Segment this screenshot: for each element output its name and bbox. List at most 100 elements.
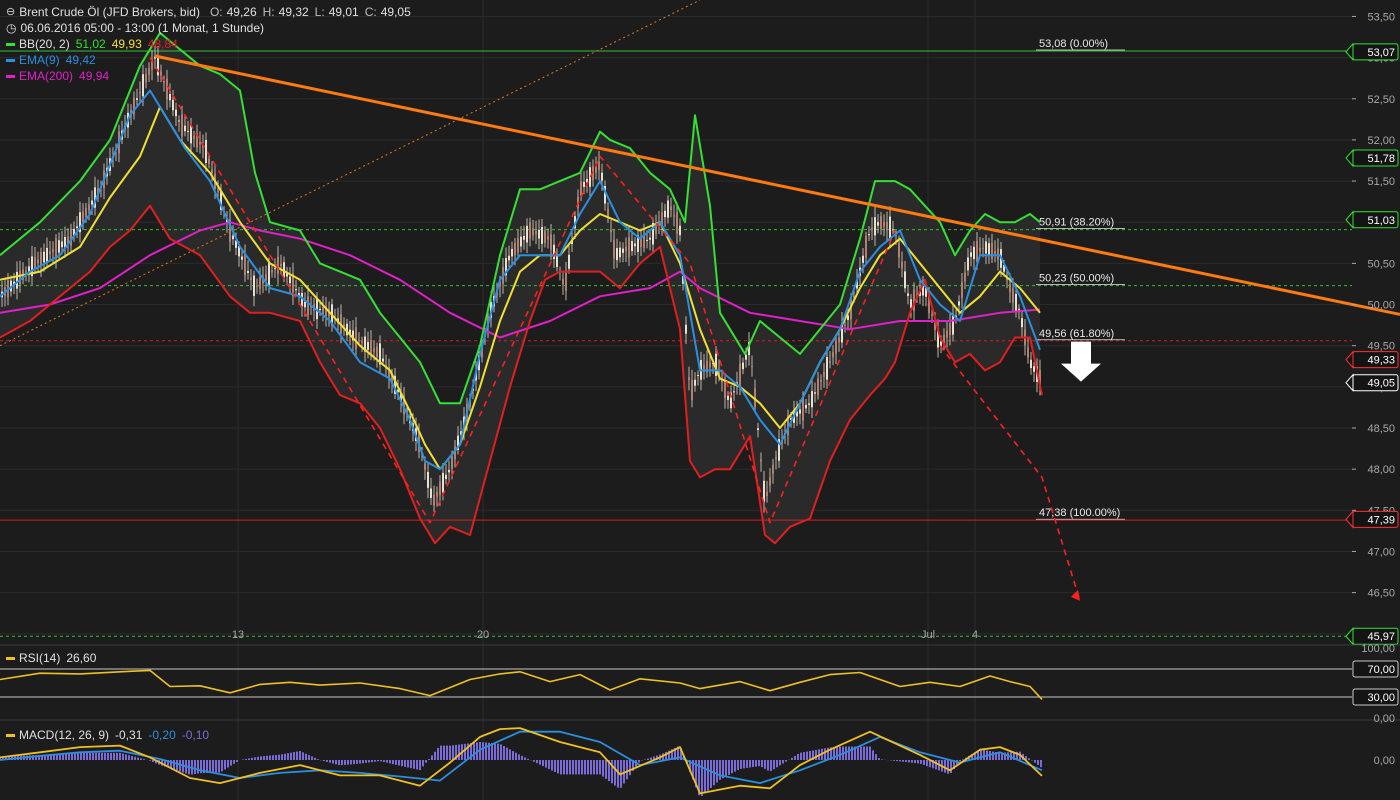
candle-body [742, 362, 744, 370]
price-axis-tick: 53,50 [1367, 11, 1395, 23]
rsi-legend: RSI(14) 26,60 [6, 651, 96, 665]
candle-body [61, 241, 63, 248]
indicator-ema200[interactable]: EMA(200) 49,94 [6, 68, 411, 84]
candle-body [970, 252, 972, 257]
candle-body [376, 346, 378, 357]
candle-body [973, 246, 975, 260]
histogram-value: -0,10 [181, 728, 210, 742]
instrument-title: Brent Crude Öl (JFD Brokers, bid) [19, 5, 200, 19]
fib-label: 53,08 (0.00%) [1039, 38, 1108, 50]
ema9-marker-icon [6, 58, 15, 62]
candle-body [979, 247, 981, 252]
candle-body [775, 457, 777, 460]
candle-body [190, 125, 192, 144]
candle-body [184, 125, 186, 132]
price-axis-tick: 49,50 [1367, 341, 1395, 353]
ema200-marker-icon [6, 74, 15, 78]
candle-body [613, 239, 615, 259]
fib-label: 50,23 (50.00%) [1039, 273, 1114, 285]
open-label: O: [209, 5, 223, 19]
candle-body [199, 141, 201, 145]
price-axis-tick: 52,00 [1367, 135, 1395, 147]
candle-body [901, 261, 903, 269]
candle-body [724, 381, 726, 398]
candle-body [832, 352, 834, 358]
candle-body [514, 242, 516, 256]
candle-body [16, 271, 18, 289]
candle-body [211, 169, 213, 173]
close-value: 49,05 [380, 5, 411, 19]
candle-body [670, 206, 672, 211]
chart-legend: ⊖ Brent Crude Öl (JFD Brokers, bid) O: 4… [6, 4, 411, 84]
price-axis-tick: 50,50 [1367, 258, 1395, 270]
candle-body [172, 99, 174, 111]
candle-body [445, 474, 447, 479]
candle-body [181, 114, 183, 137]
candle-body [580, 180, 582, 196]
rsi-value: 26,60 [66, 651, 97, 665]
candle-body [1030, 359, 1032, 368]
candle-body [520, 236, 522, 247]
candle-body [751, 366, 753, 368]
candle-body [799, 409, 801, 414]
candle-body [268, 262, 270, 286]
candle-body [877, 222, 879, 226]
candle-body [295, 289, 297, 291]
price-axis-tick: 48,50 [1367, 423, 1395, 435]
candle-body [817, 378, 819, 396]
high-value: 49,32 [278, 5, 309, 19]
candle-body [595, 166, 597, 173]
candle-body [277, 256, 279, 274]
candle-body [691, 380, 693, 401]
candle-body [427, 471, 429, 488]
macd-value: -0,31 [115, 728, 143, 742]
candle-body [625, 246, 627, 252]
candle-body [241, 256, 243, 260]
candle-body [601, 172, 603, 181]
candle-body [442, 472, 444, 493]
candle-body [55, 238, 57, 259]
price-axis-tick: 50,00 [1367, 300, 1395, 312]
candle-body [646, 239, 648, 241]
price-tag-label: 49,33 [1367, 355, 1395, 367]
candle-body [280, 263, 282, 267]
candle-body [838, 337, 840, 343]
candle-body [562, 278, 564, 285]
candle-body [361, 341, 363, 343]
ema9-value: 49,42 [65, 53, 96, 67]
instrument-row: ⊖ Brent Crude Öl (JFD Brokers, bid) O: 4… [6, 4, 411, 20]
candle-body [52, 249, 54, 253]
candle-body [679, 225, 681, 236]
candle-body [538, 229, 540, 239]
time-axis-tick: 4 [972, 629, 978, 641]
macd-legend: MACD(12, 26, 9) -0,31 -0,20 -0,10 [6, 728, 209, 742]
candle-body [373, 348, 375, 352]
candle-body [256, 285, 258, 287]
candle-body [688, 377, 690, 381]
candle-body [607, 208, 609, 217]
price-axis-tick: 47,00 [1367, 546, 1395, 558]
candle-body [820, 379, 822, 382]
candle-body [88, 204, 90, 211]
candle-body [823, 371, 825, 378]
price-chart[interactable]: 53,08 (0.00%) 50,91 (38.20%) 50,23 (50.00%… [0, 0, 1400, 800]
candle-body [910, 299, 912, 308]
rsi-axis-tick: 70,00 [1367, 664, 1395, 676]
candle-body [676, 212, 678, 234]
close-label: C: [364, 5, 377, 19]
candle-body [19, 270, 21, 285]
candle-body [355, 327, 357, 350]
candle-body [826, 356, 828, 380]
candle-body [448, 469, 450, 473]
ema9-name: EMA(9) [19, 53, 60, 67]
candle-body [367, 342, 369, 350]
candle-body [991, 242, 993, 259]
indicator-ema9[interactable]: EMA(9) 49,42 [6, 52, 411, 68]
candle-body [1012, 288, 1014, 303]
candle-body [436, 491, 438, 497]
indicator-bb[interactable]: BB(20, 2) 51,02 49,93 48,84 [6, 36, 411, 52]
bb-name: BB(20, 2) [19, 37, 70, 51]
candle-body [193, 135, 195, 139]
candle-body [76, 226, 78, 229]
price-tag-label: 45,97 [1367, 631, 1395, 643]
